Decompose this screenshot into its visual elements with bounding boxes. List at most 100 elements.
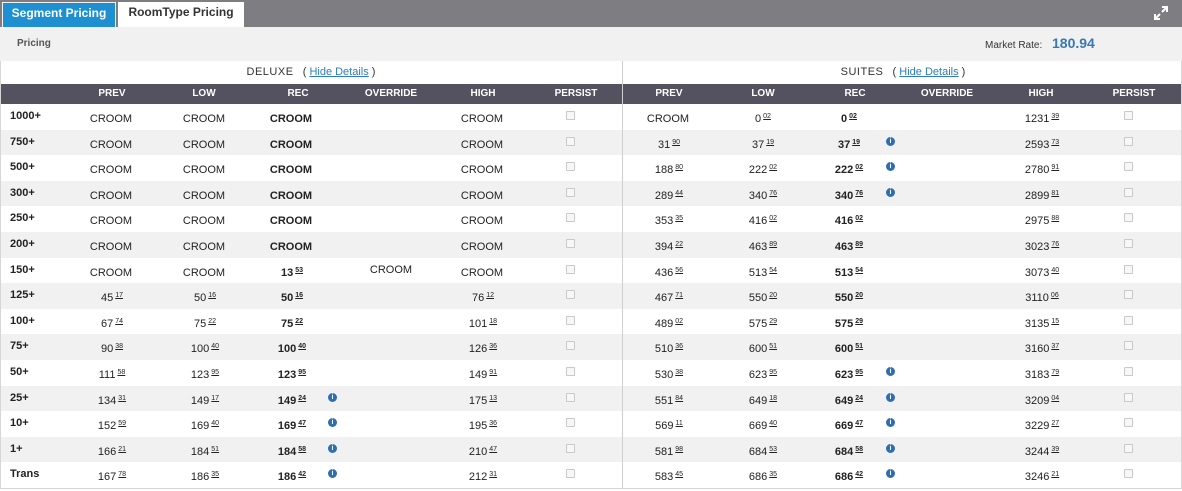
suites-high-cell: 3023 76 bbox=[1002, 232, 1082, 258]
deluxe-persist-checkbox[interactable] bbox=[566, 239, 575, 248]
deluxe-override-cell[interactable] bbox=[351, 104, 431, 130]
deluxe-persist-checkbox[interactable] bbox=[566, 136, 575, 146]
suites-override-cell[interactable] bbox=[908, 258, 988, 284]
suites-prev-cents: 80 bbox=[675, 164, 684, 172]
deluxe-persist-checkbox[interactable] bbox=[566, 187, 575, 197]
tab-roomtype-pricing[interactable]: RoomType Pricing bbox=[118, 2, 244, 27]
row-label: Trans bbox=[10, 468, 40, 481]
info-icon[interactable]: i bbox=[328, 469, 337, 479]
info-icon[interactable]: i bbox=[886, 136, 895, 146]
suites-persist-checkbox[interactable] bbox=[1124, 162, 1133, 172]
suites-hide-details-link[interactable]: Hide Details bbox=[899, 66, 958, 78]
suites-high-cents: 81 bbox=[1051, 189, 1060, 197]
deluxe-persist-checkbox[interactable] bbox=[566, 264, 575, 274]
suites-persist-checkbox[interactable] bbox=[1124, 111, 1133, 120]
info-icon[interactable]: i bbox=[328, 418, 337, 428]
suites-override-cell[interactable] bbox=[908, 309, 988, 335]
row-label: 1+ bbox=[10, 442, 23, 455]
deluxe-low-cell: CROOM bbox=[165, 206, 245, 232]
suites-override-cell[interactable] bbox=[908, 437, 988, 463]
info-icon[interactable]: i bbox=[886, 162, 895, 172]
suites-persist-checkbox[interactable] bbox=[1124, 213, 1133, 223]
suites-persist-checkbox[interactable] bbox=[1124, 392, 1133, 402]
suites-persist-checkbox[interactable] bbox=[1124, 264, 1133, 274]
suites-override-cell[interactable] bbox=[908, 155, 988, 181]
deluxe-persist-checkbox[interactable] bbox=[566, 443, 575, 453]
deluxe-hide-details-link[interactable]: Hide Details bbox=[309, 66, 368, 78]
suites-override-cell[interactable] bbox=[908, 232, 988, 258]
suites-persist-checkbox[interactable] bbox=[1124, 443, 1133, 453]
deluxe-persist-checkbox[interactable] bbox=[566, 315, 575, 325]
suites-persist-checkbox[interactable] bbox=[1124, 239, 1133, 248]
suites-rec-cell: 463 89 bbox=[809, 232, 889, 258]
info-icon[interactable]: i bbox=[886, 367, 895, 376]
info-icon[interactable]: i bbox=[886, 418, 895, 428]
info-icon[interactable]: i bbox=[328, 443, 337, 453]
deluxe-prev-value: CROOM bbox=[89, 138, 133, 151]
info-icon[interactable]: i bbox=[886, 469, 895, 479]
suites-override-cell[interactable] bbox=[908, 104, 988, 130]
suites-rec-value: 463 bbox=[834, 241, 854, 253]
deluxe-override-cell[interactable] bbox=[351, 309, 431, 335]
deluxe-override-cell[interactable]: CROOM bbox=[351, 258, 431, 284]
suites-rec-cents: 42 bbox=[855, 471, 864, 479]
deluxe-low-cents: 95 bbox=[211, 369, 220, 376]
deluxe-override-cell[interactable] bbox=[351, 386, 431, 412]
deluxe-persist-checkbox[interactable] bbox=[566, 213, 575, 223]
deluxe-override-cell[interactable] bbox=[351, 155, 431, 181]
suites-persist-checkbox[interactable] bbox=[1124, 341, 1133, 351]
suites-override-cell[interactable] bbox=[908, 411, 988, 437]
suites-persist-checkbox[interactable] bbox=[1124, 367, 1133, 376]
suites-prev-cell: 31 90 bbox=[629, 130, 709, 156]
deluxe-persist-checkbox[interactable] bbox=[566, 341, 575, 351]
suites-override-cell[interactable] bbox=[908, 206, 988, 232]
deluxe-low-value: 184 bbox=[190, 445, 210, 458]
deluxe-override-cell[interactable] bbox=[351, 130, 431, 156]
deluxe-persist-checkbox[interactable] bbox=[566, 469, 575, 479]
deluxe-prev-cents: 38 bbox=[115, 343, 124, 351]
info-icon[interactable]: i bbox=[328, 392, 337, 402]
suites-rec-cell: 623 95 bbox=[809, 360, 889, 386]
info-icon[interactable]: i bbox=[886, 187, 895, 197]
info-icon[interactable]: i bbox=[886, 392, 895, 402]
suites-persist-checkbox[interactable] bbox=[1124, 136, 1133, 146]
suites-override-cell[interactable] bbox=[908, 283, 988, 309]
info-icon[interactable]: i bbox=[886, 443, 895, 453]
suites-persist-checkbox[interactable] bbox=[1124, 315, 1133, 325]
deluxe-high-cents: 91 bbox=[489, 369, 498, 376]
deluxe-persist-checkbox[interactable] bbox=[566, 392, 575, 402]
deluxe-override-cell[interactable] bbox=[351, 360, 431, 386]
deluxe-persist-checkbox[interactable] bbox=[566, 367, 575, 376]
deluxe-override-cell[interactable] bbox=[351, 283, 431, 309]
deluxe-override-cell[interactable] bbox=[351, 411, 431, 437]
deluxe-persist-checkbox[interactable] bbox=[566, 290, 575, 300]
expand-icon[interactable] bbox=[1154, 6, 1168, 20]
deluxe-rec-value: CROOM bbox=[269, 138, 313, 151]
suites-prev-cents: 38 bbox=[675, 369, 684, 376]
deluxe-override-cell[interactable] bbox=[351, 181, 431, 207]
suites-override-cell[interactable] bbox=[908, 130, 988, 156]
suites-rec-cents: 95 bbox=[855, 369, 864, 376]
suites-override-cell[interactable] bbox=[908, 334, 988, 360]
tab-segment-pricing[interactable]: Segment Pricing bbox=[2, 2, 116, 27]
deluxe-override-cell[interactable] bbox=[351, 437, 431, 463]
suites-persist-checkbox[interactable] bbox=[1124, 469, 1133, 479]
deluxe-override-cell[interactable] bbox=[351, 232, 431, 258]
row-label: 150+ bbox=[10, 263, 35, 276]
suites-prev-cents: 11 bbox=[675, 420, 683, 428]
deluxe-persist-checkbox[interactable] bbox=[566, 418, 575, 428]
suites-override-cell[interactable] bbox=[908, 360, 988, 386]
deluxe-rec-cents: 24 bbox=[298, 394, 307, 402]
deluxe-persist-checkbox[interactable] bbox=[566, 162, 575, 172]
suites-persist-checkbox[interactable] bbox=[1124, 187, 1133, 197]
suites-override-cell[interactable] bbox=[908, 181, 988, 207]
deluxe-override-cell[interactable] bbox=[351, 334, 431, 360]
suites-persist-checkbox[interactable] bbox=[1124, 290, 1133, 300]
deluxe-override-cell[interactable] bbox=[351, 462, 431, 488]
suites-persist-checkbox[interactable] bbox=[1124, 418, 1133, 428]
suites-override-cell[interactable] bbox=[908, 462, 988, 488]
deluxe-persist-checkbox[interactable] bbox=[566, 111, 575, 120]
deluxe-high-value: 175 bbox=[468, 394, 488, 407]
suites-override-cell[interactable] bbox=[908, 386, 988, 412]
deluxe-override-cell[interactable] bbox=[351, 206, 431, 232]
